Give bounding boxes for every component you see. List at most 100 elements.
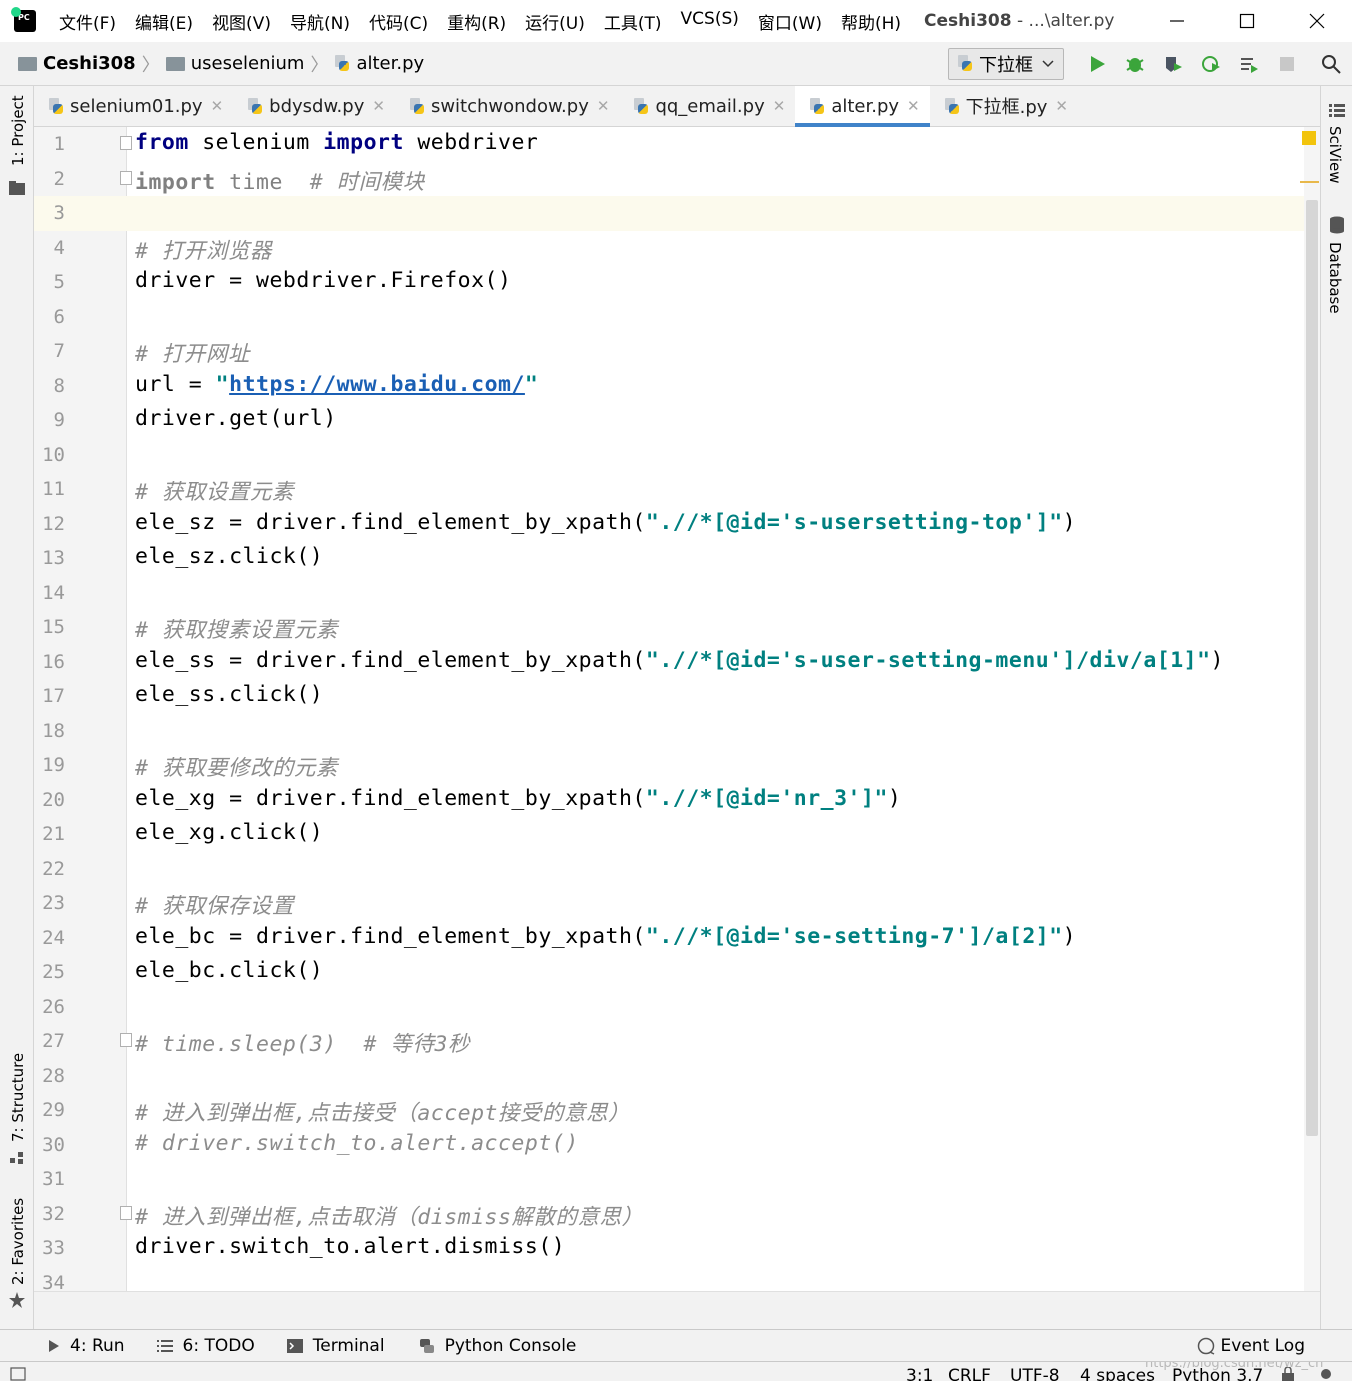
line-number: 15 xyxy=(42,616,65,638)
line-number: 6 xyxy=(53,305,65,328)
structure-tool-tab[interactable]: 7: Structure xyxy=(9,1053,27,1142)
code-line: 24 ele_bc = driver.find_element_by_xpath(… xyxy=(34,921,1304,956)
close-window-button[interactable] xyxy=(1282,0,1352,42)
navigation-bar: Ceshi308 〉 useselenium 〉 alter.py 下拉框 xyxy=(0,42,1352,86)
concurrency-diagram-button[interactable] xyxy=(1238,53,1260,75)
search-everywhere-button[interactable] xyxy=(1320,53,1342,75)
line-separator[interactable]: CRLF xyxy=(948,1366,991,1381)
string-literal: ".//*[@id='nr_3']" xyxy=(645,785,888,811)
line-number: 8 xyxy=(53,374,65,397)
run-button[interactable] xyxy=(1086,53,1108,75)
run-configuration-label: 下拉框 xyxy=(979,54,1033,76)
close-tab-icon[interactable]: ✕ xyxy=(773,97,786,115)
horizontal-scroll-area[interactable] xyxy=(34,1291,1320,1329)
code-line: 25 ele_bc.click() xyxy=(34,955,1304,990)
tab-alter[interactable]: alter.py ✕ xyxy=(795,86,930,127)
code-editor[interactable]: 1 from selenium import webdriver 2 import … xyxy=(34,127,1304,1291)
line-number: 14 xyxy=(42,581,65,604)
menu-run[interactable]: 运行(U) xyxy=(525,9,585,34)
close-tab-icon[interactable]: ✕ xyxy=(907,97,920,115)
menu-tools[interactable]: 工具(T) xyxy=(604,9,662,34)
vertical-scrollbar-thumb[interactable] xyxy=(1306,200,1318,1136)
code-line: 31 xyxy=(34,1162,1304,1197)
todo-tool-tab[interactable]: 6: TODO xyxy=(156,1336,255,1356)
python-file-icon xyxy=(334,55,350,72)
profile-button[interactable] xyxy=(1200,53,1222,75)
fold-marker[interactable] xyxy=(120,1033,132,1047)
menu-file[interactable]: 文件(F) xyxy=(59,9,116,34)
sciview-tool-tab-label: SciView xyxy=(1326,126,1344,184)
stop-button[interactable] xyxy=(1276,53,1298,75)
keyword: import xyxy=(135,169,216,195)
tab-label: switchwondow.py xyxy=(430,95,589,117)
terminal-tool-tab[interactable]: Terminal xyxy=(286,1336,385,1356)
favorites-tool-tab[interactable]: 2: Favorites xyxy=(9,1198,27,1285)
close-tab-icon[interactable]: ✕ xyxy=(597,97,610,115)
python-file-icon xyxy=(944,97,960,115)
menu-edit[interactable]: 编辑(E) xyxy=(135,9,193,34)
project-tool-tab[interactable]: 1: Project xyxy=(9,95,27,166)
file-encoding[interactable]: UTF-8 xyxy=(1010,1366,1060,1381)
debug-button[interactable] xyxy=(1124,53,1146,75)
menu-navigate[interactable]: 导航(N) xyxy=(290,9,350,34)
menu-vcs[interactable]: VCS(S) xyxy=(681,9,739,34)
code-text: ele_sz.click() xyxy=(135,544,324,569)
menu-window[interactable]: 窗口(W) xyxy=(758,9,822,34)
run-tool-tab[interactable]: 4: Run xyxy=(48,1336,125,1356)
toggle-tool-windows-icon[interactable] xyxy=(10,1367,26,1381)
sciview-tool-tab[interactable]: SciView xyxy=(1326,126,1344,184)
breadcrumb-project[interactable]: Ceshi308 xyxy=(43,53,136,74)
inspection-warning-icon[interactable] xyxy=(1302,131,1316,145)
menu-refactor[interactable]: 重构(R) xyxy=(447,9,506,34)
fold-marker[interactable] xyxy=(120,136,132,150)
lock-icon[interactable] xyxy=(1280,1367,1296,1381)
inspector-icon[interactable] xyxy=(1318,1367,1334,1381)
fold-marker[interactable] xyxy=(120,1205,132,1220)
tab-label: 下拉框.py xyxy=(965,97,1048,118)
line-number: 20 xyxy=(42,788,65,811)
tab-selenium01[interactable]: selenium01.py ✕ xyxy=(34,86,233,126)
fold-marker[interactable] xyxy=(120,170,132,185)
minimize-button[interactable] xyxy=(1142,0,1212,42)
menu-bar: 文件(F) 编辑(E) 视图(V) 导航(N) 代码(C) 重构(R) 运行(U… xyxy=(59,9,920,34)
python-console-tool-tab[interactable]: Python Console xyxy=(419,1336,576,1356)
breadcrumb-folder[interactable]: useselenium xyxy=(191,53,305,74)
line-number: 1 xyxy=(53,133,65,155)
indent-setting[interactable]: 4 spaces xyxy=(1080,1366,1155,1381)
python-file-icon xyxy=(957,55,973,72)
code-line: 32 # 进入到弹出框,点击取消（dismiss解散的意思） xyxy=(34,1197,1304,1232)
run-icon xyxy=(1091,55,1105,72)
string-literal: ".//*[@id='s-user-setting-menu']/div/a[1… xyxy=(645,647,1211,673)
menu-code[interactable]: 代码(C) xyxy=(369,9,428,34)
url-link[interactable]: https://www.baidu.com/ xyxy=(229,372,525,397)
close-tab-icon[interactable]: ✕ xyxy=(372,97,385,115)
close-tab-icon[interactable]: ✕ xyxy=(211,97,224,115)
tab-switchwondow[interactable]: switchwondow.py ✕ xyxy=(395,86,620,126)
event-log-label: Event Log xyxy=(1220,1336,1305,1356)
code-line: 11 # 获取设置元素 xyxy=(34,472,1304,507)
tab-qq-email[interactable]: qq_email.py ✕ xyxy=(619,86,795,126)
tab-label: alter.py xyxy=(831,95,900,117)
search-icon xyxy=(1322,54,1341,74)
coverage-icon xyxy=(1166,56,1182,72)
line-number: 34 xyxy=(42,1271,65,1292)
tab-bdysdw[interactable]: bdysdw.py ✕ xyxy=(233,86,395,126)
line-number: 17 xyxy=(42,685,65,707)
database-tool-tab[interactable]: Database xyxy=(1326,242,1344,314)
tab-dropdown[interactable]: 下拉框.py ✕ xyxy=(930,86,1078,126)
close-tab-icon[interactable]: ✕ xyxy=(1055,97,1068,115)
line-number: 18 xyxy=(42,719,65,742)
code-text: url = xyxy=(135,371,216,397)
code-line: 34 xyxy=(34,1266,1304,1292)
caret-position[interactable]: 3:1 xyxy=(906,1366,933,1381)
breadcrumb-file[interactable]: alter.py xyxy=(356,53,424,74)
menu-view[interactable]: 视图(V) xyxy=(212,9,271,34)
run-with-coverage-button[interactable] xyxy=(1162,53,1184,75)
event-log-tool-tab[interactable]: Event Log xyxy=(1197,1336,1305,1356)
warning-stripe[interactable] xyxy=(1300,181,1319,183)
project-tool-tab-label: 1: Project xyxy=(9,95,27,166)
menu-help[interactable]: 帮助(H) xyxy=(841,9,901,34)
run-configuration-select[interactable]: 下拉框 xyxy=(948,47,1064,80)
maximize-button[interactable] xyxy=(1212,0,1282,42)
profile-icon xyxy=(1202,55,1220,72)
